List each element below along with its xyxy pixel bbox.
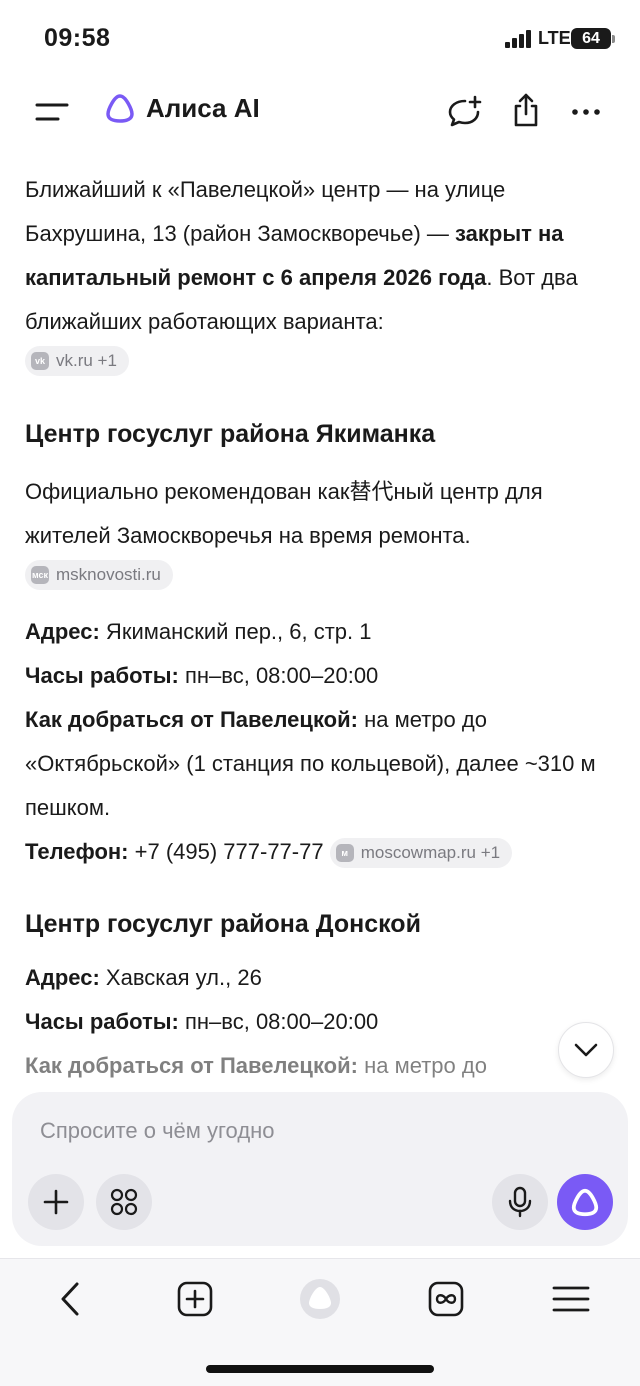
message-input[interactable]: Спросите о чём угодно — [40, 1118, 275, 1144]
skills-button[interactable] — [96, 1174, 152, 1230]
back-button[interactable] — [42, 1277, 98, 1321]
address-label: Адрес: — [25, 965, 100, 990]
vk-icon: vk — [31, 352, 49, 370]
more-button[interactable] — [562, 90, 610, 134]
plus-icon — [43, 1189, 69, 1215]
alisa-voice-button[interactable] — [557, 1174, 613, 1230]
phone-label: Телефон: — [25, 839, 129, 864]
source-chip[interactable]: м moscowmap.ru +1 — [329, 838, 513, 869]
center-route: Как добраться от Павелецкой: на метро до… — [25, 698, 615, 830]
alisa-logo-icon — [571, 1188, 599, 1217]
app-header: Алиса AI — [0, 76, 640, 146]
center-description: Официально рекомендован как替代ный центр д… — [25, 479, 543, 548]
tabs-icon — [428, 1281, 464, 1317]
voice-input-button[interactable] — [492, 1174, 548, 1230]
share-icon — [514, 93, 538, 127]
center-phone: Телефон: +7 (495) 777-77-77 м moscowmap.r… — [25, 830, 615, 874]
more-icon — [572, 109, 600, 115]
status-time: 09:58 — [44, 24, 111, 52]
browser-menu-button[interactable] — [543, 1277, 599, 1321]
menu-button[interactable] — [28, 90, 76, 134]
battery-icon: 64 — [571, 28, 611, 49]
center-title: Центр госуслуг района Донской — [25, 910, 421, 938]
hours-value: пн–вс, 08:00–20:00 — [178, 663, 379, 688]
intro-text-1: Ближайший к «Павелецкой» центр — на улиц… — [25, 177, 506, 246]
address-value: Якиманский пер., 6, стр. 1 — [99, 619, 372, 644]
chevron-left-icon — [61, 1282, 79, 1316]
source-chip-label: moscowmap.ru +1 — [360, 843, 501, 863]
center-address: Адрес: Якиманский пер., 6, стр. 1 — [25, 610, 615, 654]
scroll-down-button[interactable] — [558, 1022, 614, 1078]
source-chip[interactable]: vk vk.ru +1 — [25, 346, 129, 376]
intro-paragraph: Ближайший к «Павелецкой» центр — на улиц… — [25, 168, 615, 344]
signal-icon — [505, 30, 531, 48]
address-label: Адрес: — [25, 619, 100, 644]
address-value: Хавская ул., 26 — [99, 965, 262, 990]
hamburger-icon — [552, 1286, 590, 1312]
tabs-button[interactable] — [418, 1277, 474, 1321]
browser-toolbar — [0, 1258, 640, 1386]
hours-value: пн–вс, 08:00–20:00 — [178, 1009, 379, 1034]
network-type: LTE — [538, 28, 571, 48]
new-chat-icon — [448, 95, 482, 127]
chat-message: Ближайший к «Павелецкой» центр — на улиц… — [25, 168, 615, 1088]
plus-square-icon — [177, 1281, 213, 1317]
route-label: Как добраться от Павелецкой: — [25, 707, 358, 732]
source-chip-label: vk.ru +1 — [56, 351, 117, 370]
grid-icon — [110, 1188, 138, 1216]
app-title: Алиса AI — [146, 92, 260, 123]
new-chat-button[interactable] — [440, 90, 488, 134]
attach-button[interactable] — [28, 1174, 84, 1230]
route-label: Как добраться от Павелецкой: — [25, 1053, 358, 1078]
microphone-icon — [508, 1186, 532, 1218]
chevron-down-icon — [574, 1043, 598, 1057]
hours-label: Часы работы: — [25, 663, 179, 688]
new-tab-button[interactable] — [167, 1277, 223, 1321]
battery-tip — [612, 35, 615, 43]
center-address: Адрес: Хавская ул., 26 — [25, 956, 615, 1000]
status-bar: 09:58 LTE 64 — [0, 0, 640, 76]
center-hours: Часы работы: пн–вс, 08:00–20:00 — [25, 654, 615, 698]
phone-value: +7 (495) 777-77-77 — [128, 839, 324, 864]
news-site-icon: мск — [31, 566, 49, 584]
home-indicator — [206, 1365, 434, 1373]
source-chip[interactable]: мск msknovosti.ru — [25, 560, 173, 590]
alisa-home-icon — [300, 1279, 340, 1319]
route-value: на метро до — [357, 1053, 487, 1078]
source-chip-label: msknovosti.ru — [56, 565, 161, 584]
center-route: Как добраться от Павелецкой: на метро до — [25, 1044, 615, 1088]
message-composer: Спросите о чём угодно — [12, 1092, 628, 1246]
app-brand: Алиса AI — [104, 92, 260, 124]
share-button[interactable] — [502, 88, 550, 132]
center-title: Центр госуслуг района Якиманка — [25, 420, 436, 448]
menu-icon — [35, 103, 69, 121]
hours-label: Часы работы: — [25, 1009, 179, 1034]
alisa-logo-icon — [106, 94, 134, 123]
map-site-icon: м — [335, 844, 354, 863]
alisa-home-button[interactable] — [292, 1277, 348, 1321]
center-hours: Часы работы: пн–вс, 08:00–20:00 — [25, 1000, 615, 1044]
